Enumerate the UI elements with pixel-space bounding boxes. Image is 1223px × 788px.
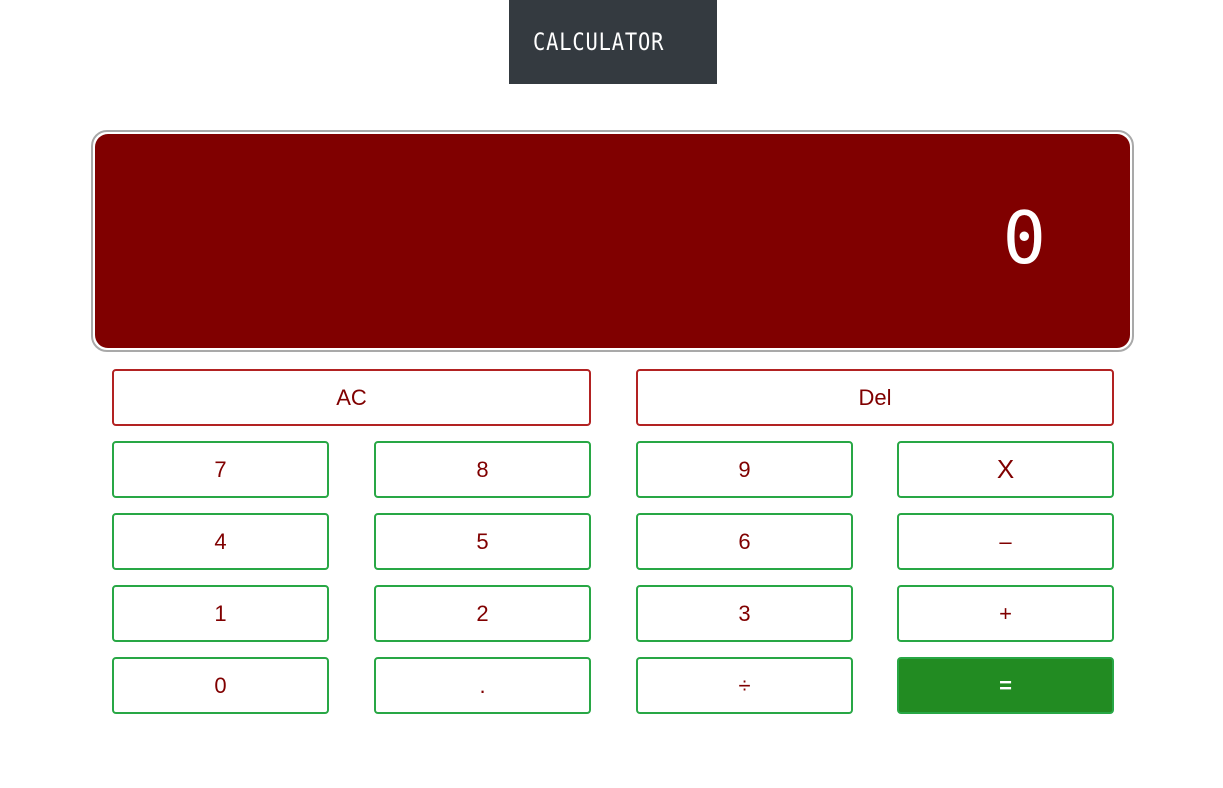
app-title: CALCULATOR bbox=[533, 28, 665, 56]
decimal-button[interactable]: . bbox=[374, 657, 591, 714]
calculator-display: 0 bbox=[91, 130, 1134, 352]
clear-button[interactable]: AC bbox=[112, 369, 591, 426]
digit-3-button[interactable]: 3 bbox=[636, 585, 853, 642]
digit-7-button[interactable]: 7 bbox=[112, 441, 329, 498]
digit-9-button[interactable]: 9 bbox=[636, 441, 853, 498]
equals-button[interactable]: = bbox=[897, 657, 1114, 714]
display-value: 0 bbox=[1002, 196, 1048, 280]
multiply-button[interactable]: X bbox=[897, 441, 1114, 498]
display-screen: 0 bbox=[95, 134, 1130, 348]
digit-4-button[interactable]: 4 bbox=[112, 513, 329, 570]
digit-1-button[interactable]: 1 bbox=[112, 585, 329, 642]
digit-8-button[interactable]: 8 bbox=[374, 441, 591, 498]
app-header: CALCULATOR bbox=[509, 0, 717, 84]
digit-2-button[interactable]: 2 bbox=[374, 585, 591, 642]
delete-button[interactable]: Del bbox=[636, 369, 1114, 426]
digit-6-button[interactable]: 6 bbox=[636, 513, 853, 570]
divide-button[interactable]: ÷ bbox=[636, 657, 853, 714]
add-button[interactable]: + bbox=[897, 585, 1114, 642]
subtract-button[interactable]: – bbox=[897, 513, 1114, 570]
digit-0-button[interactable]: 0 bbox=[112, 657, 329, 714]
digit-5-button[interactable]: 5 bbox=[374, 513, 591, 570]
